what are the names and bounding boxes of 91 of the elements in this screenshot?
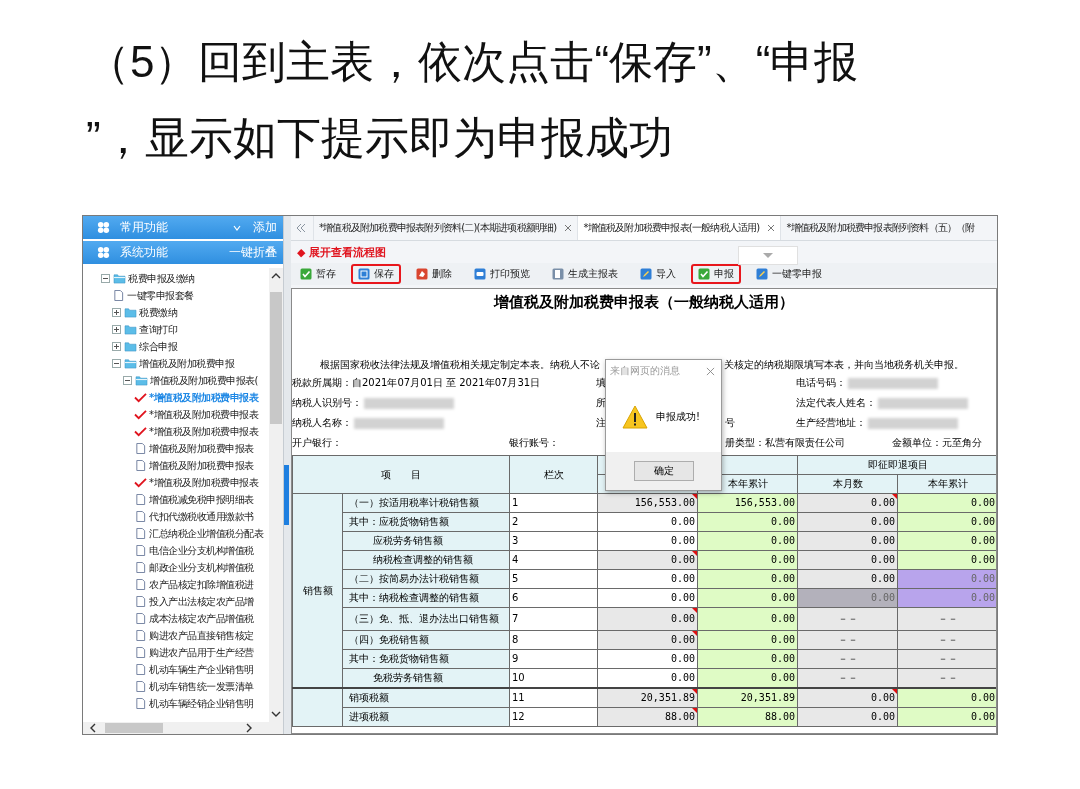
toolbar-button[interactable]: 暂存 [293,264,343,284]
expand-icon[interactable] [112,308,121,317]
collapse-icon[interactable] [101,274,110,283]
form-title: 增值税及附加税费申报表（一般纳税人适用） [492,292,795,313]
table-cell[interactable]: 20,351.89 [597,688,698,708]
tab[interactable]: *增值税及附加税费申报表附列资料（五）（附 [780,216,980,240]
field-label: 法定代表人姓名： [796,396,876,410]
scroll-right-icon[interactable] [245,723,253,733]
toolbar-button[interactable]: 一键零申报 [749,264,829,284]
splitter-handle[interactable] [284,465,289,525]
expand-icon[interactable] [112,325,121,334]
clover-icon [97,246,110,259]
tree-item[interactable]: 查询打印 [139,322,177,337]
tree-item[interactable]: 代扣代缴税收通用缴款书 [149,509,254,524]
tab[interactable]: *增值税及附加税费申报表(一般纳税人适用) [577,216,781,240]
scroll-left-icon[interactable] [89,723,97,733]
toolbar-button[interactable]: 申报 [691,264,741,284]
toolbar-button[interactable]: 打印预览 [467,264,537,284]
table-cell[interactable]: 0.00 [797,688,898,708]
tree-item[interactable]: *增值税及附加税费申报表 [149,407,258,422]
table-cell: 11 [509,688,598,708]
tree-item[interactable]: *增值税及附加税费申报表 [149,475,258,490]
tree-item[interactable]: 邮政企业分支机构增值税 [149,560,254,575]
tree-item[interactable]: 购进农产品用于生产经营 [149,645,254,660]
tree-item[interactable]: 税费缴纳 [139,305,177,320]
tree-item[interactable]: 增值税减免税申报明细表 [149,492,254,507]
field-label: 税款所属期：自2021年07月01日 至 2021年07月31日 [292,376,541,390]
instruction-text: ”，显示如下提示即为申报成功 [86,112,674,164]
double-chevron-icon[interactable] [295,223,307,233]
table-cell: （三）免、抵、退办法出口销售额 [342,607,510,631]
flowchart-link[interactable]: ◆ 展开查看流程图 [297,244,387,260]
tree-item[interactable]: 购进农产品直接销售核定 [149,628,254,643]
column-header: 即征即退项目 [797,455,996,475]
table-cell: 销项税额 [342,688,510,708]
expand-icon[interactable] [112,342,121,351]
close-icon[interactable] [564,224,573,232]
field-label: 填 [596,376,606,390]
close-icon[interactable] [767,224,776,232]
field-label: 册类型：私营有限责任公司 [725,436,845,450]
field-label: 注 [596,416,606,430]
collapse-icon[interactable] [123,376,132,385]
field-label: 所 [596,396,606,410]
toolbar-button[interactable]: 保存 [351,264,401,284]
tree-item[interactable]: 机动车辆生产企业销售明 [149,662,254,677]
instruction-text: （5）回到主表，依次点击“保存”、“申报 [86,36,860,88]
toolbar-button[interactable]: 导入 [633,264,683,284]
field-label: 号 [725,416,735,430]
field-label: 银行账号： [509,436,559,450]
dialog-message: 申报成功! [656,410,700,424]
clover-icon [97,221,110,234]
notice-text: 根据国家税收法律法规及增值税相关规定制定本表。纳税人不论 [320,358,600,372]
ok-button[interactable]: 确定 [633,461,694,481]
tree-item[interactable]: 投入产出法核定农产品增 [149,594,254,609]
field-label: 开户银行： [292,436,342,450]
tree-item[interactable]: 税费申报及缴纳 [128,271,195,286]
close-icon[interactable] [706,366,715,376]
scrollbar-thumb[interactable] [270,292,282,424]
tree-item[interactable]: 成本法核定农产品增值税 [149,611,254,626]
tree-item[interactable]: 综合申报 [139,339,177,354]
scrollbar-thumb[interactable] [105,723,163,733]
tree-item[interactable]: 机动车销售统一发票清单 [149,679,254,694]
table-cell[interactable]: 20,351.89 [697,688,798,708]
tree-item[interactable]: *增值税及附加税费申报表 [149,390,259,405]
scroll-up-icon[interactable] [271,272,281,280]
dialog-title: 来自网页的消息 [610,364,680,378]
column-header: 栏次 [509,455,598,494]
tree-item[interactable]: 增值税及附加税费申报表 [149,458,254,473]
field-label: 电话号码： [796,376,846,390]
toolbar-button[interactable]: 删除 [409,264,459,284]
tree-item[interactable]: 增值税及附加税费申报 [139,356,234,371]
warning-icon [622,405,648,429]
tree-item[interactable]: *增值税及附加税费申报表 [149,424,258,439]
tree-item[interactable]: 一键零申报套餐 [127,288,194,303]
collapse-icon[interactable] [112,359,121,368]
field-label: 纳税人识别号： [292,396,362,410]
tree-item[interactable]: 电信企业分支机构增值税 [149,543,254,558]
tree-item[interactable]: 农产品核定扣除增值税进 [149,577,254,592]
notice-text: 关核定的纳税期限填写本表，并向当地税务机关申报。 [724,358,964,372]
scroll-down-icon[interactable] [271,710,281,718]
field-label: 纳税人名称： [292,416,352,430]
tree-item[interactable]: 机动车辆经销企业销售明 [149,696,254,711]
tree-item[interactable]: 增值税及附加税费申报表 [149,441,254,456]
toggle-handle[interactable] [738,246,798,265]
table-cell: 销售额 [292,493,343,688]
column-header: 项 目 [292,455,510,494]
tree-item[interactable]: 汇总纳税企业增值税分配表 [149,526,263,541]
toolbar-button[interactable]: 生成主报表 [545,264,625,284]
field-label: 生产经营地址： [796,416,866,430]
table-cell[interactable]: 0.00 [897,688,996,708]
tree-item[interactable]: 增值税及附加税费申报表( [150,373,258,388]
field-label: 金额单位：元至角分 [892,436,982,450]
